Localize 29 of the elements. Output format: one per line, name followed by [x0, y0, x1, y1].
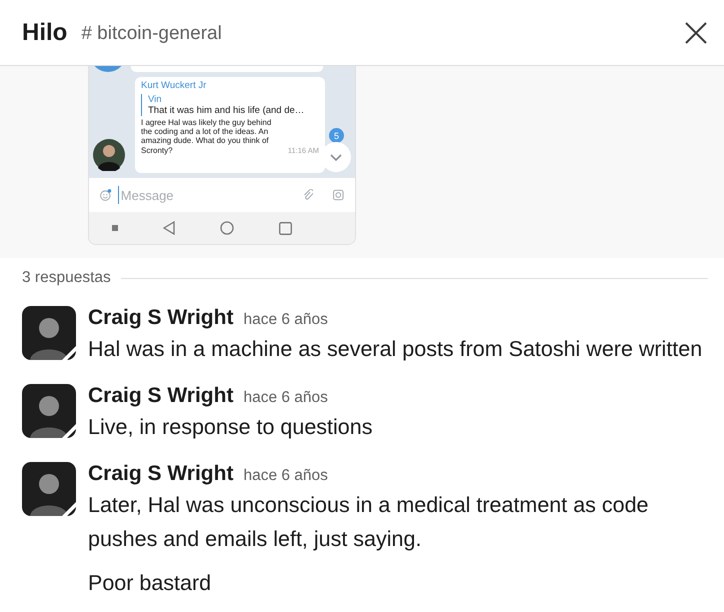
recents-icon[interactable]: [279, 222, 292, 234]
message-text: Hal was in a machine as several posts from Satoshi were written: [88, 336, 702, 363]
channel-link[interactable]: # bitcoin-general: [81, 23, 222, 45]
message-text: Live, in response to questions: [88, 414, 372, 441]
thread-title: Hilo: [22, 18, 68, 46]
author-name[interactable]: Craig S Wright: [88, 306, 234, 330]
chevron-down-icon: [330, 154, 342, 160]
message-field[interactable]: Message: [118, 186, 297, 204]
home-icon[interactable]: [220, 221, 234, 235]
back-icon[interactable]: [162, 221, 175, 235]
message-timestamp[interactable]: hace 6 años: [243, 311, 328, 329]
close-button[interactable]: [685, 22, 707, 44]
close-icon: [685, 22, 707, 44]
message-text: I agree Hal was likely the guy behind the coding and a lot of the ideas. An amazing dude. What do you think of Scronty?: [141, 118, 272, 155]
message-timestamp[interactable]: hace 6 años: [243, 389, 328, 407]
user-avatar-icon[interactable]: [22, 306, 76, 360]
message-timestamp[interactable]: hace 6 años: [243, 467, 328, 485]
user-avatar-icon[interactable]: [22, 462, 76, 516]
message-text: Later, Hal was unconscious in a medical treatment as code pushes and emails left, just saying.: [88, 492, 650, 553]
unread-badge: 5: [329, 128, 344, 143]
reply-count: 3 respuestas: [22, 269, 111, 287]
avatar-icon: [93, 139, 125, 171]
sender-name: Kurt Wuckert Jr: [141, 80, 208, 91]
user-avatar-icon[interactable]: [22, 384, 76, 438]
reply-text: That it was him and his life (and de…: [148, 105, 306, 116]
reply-author: Vin: [148, 94, 163, 105]
author-name[interactable]: Craig S Wright: [88, 462, 234, 486]
author-name[interactable]: Craig S Wright: [88, 384, 234, 408]
message-text: Poor bastard: [88, 570, 212, 597]
